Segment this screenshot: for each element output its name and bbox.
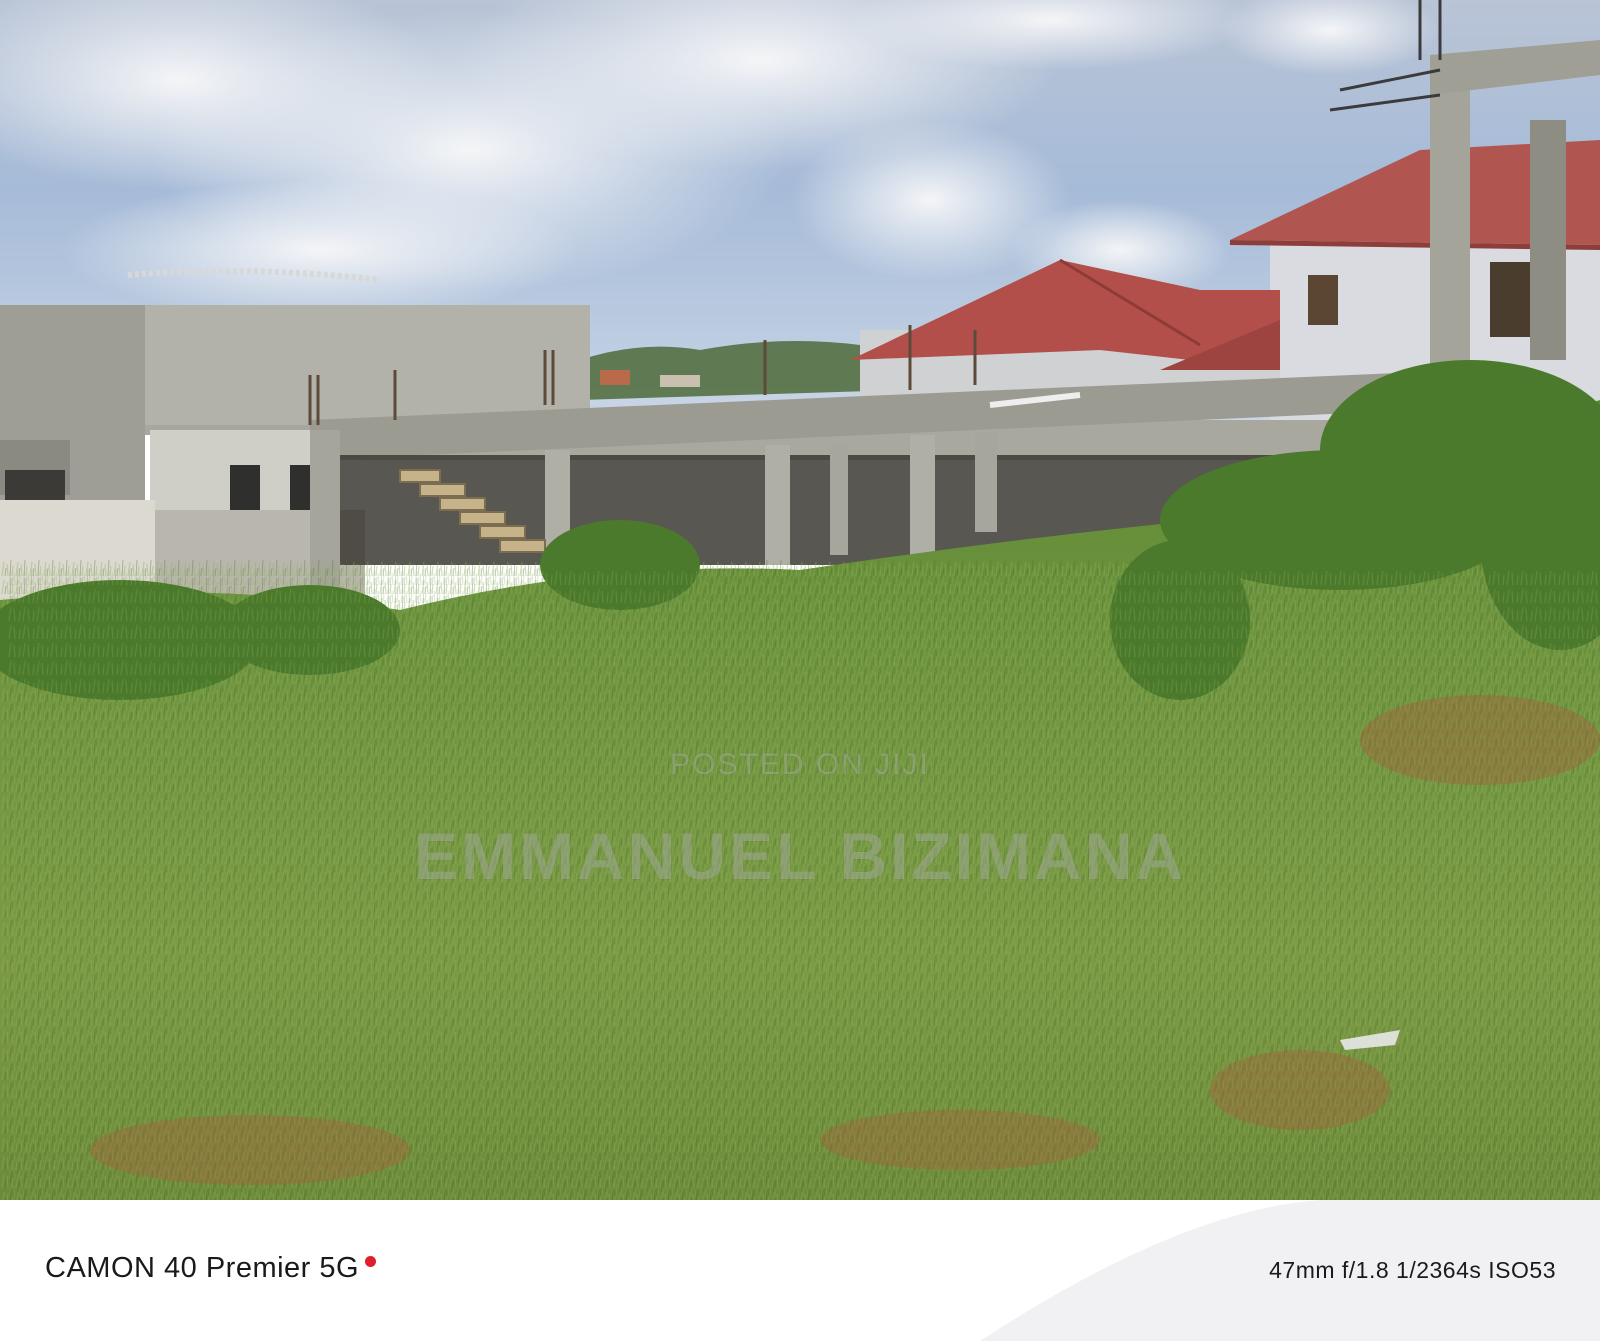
red-dot-icon bbox=[365, 1256, 377, 1267]
exif-info: 47mm f/1.8 1/2364s ISO53 bbox=[1269, 1257, 1556, 1283]
camera-model-label: CAMON 40 Premier 5G bbox=[45, 1252, 360, 1284]
camera-model: CAMON 40 Premier 5G bbox=[45, 1252, 377, 1285]
property-photo: POSTED ON JIJI EMMANUEL BIZIMANA bbox=[0, 0, 1600, 1200]
